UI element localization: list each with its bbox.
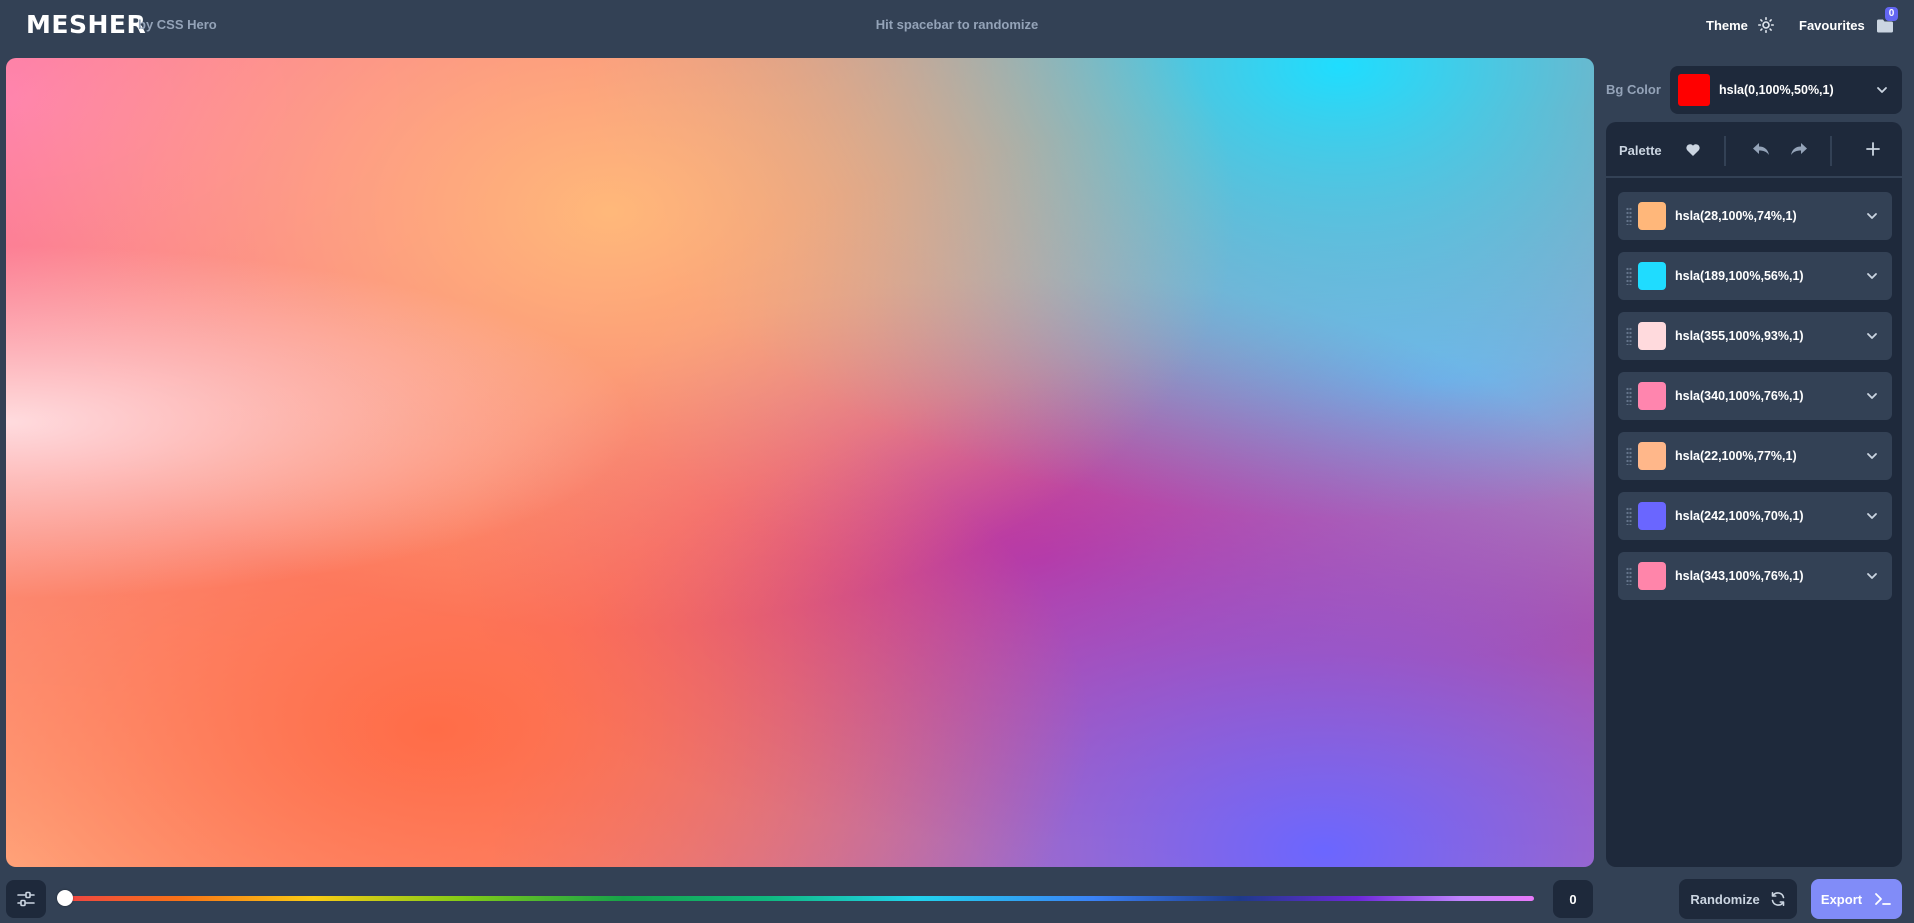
favourites-label: Favourites: [1799, 17, 1865, 33]
export-button[interactable]: Export: [1811, 879, 1902, 919]
hue-slider-track[interactable]: [64, 896, 1534, 901]
drag-handle-icon[interactable]: [1626, 447, 1632, 465]
color-swatch[interactable]: [1638, 562, 1666, 590]
bg-color-swatch[interactable]: [1678, 74, 1710, 106]
color-value: hsla(343,100%,76%,1): [1675, 569, 1804, 583]
sliders-icon: [17, 891, 35, 907]
chevron-down-icon[interactable]: [1866, 390, 1878, 402]
chevron-down-icon[interactable]: [1866, 450, 1878, 462]
color-value: hsla(189,100%,56%,1): [1675, 269, 1804, 283]
palette-color-item[interactable]: hsla(242,100%,70%,1): [1618, 492, 1892, 540]
palette-header: Palette: [1606, 122, 1902, 178]
heart-icon[interactable]: [1685, 141, 1703, 159]
export-label: Export: [1820, 891, 1863, 907]
palette-color-item[interactable]: hsla(28,100%,74%,1): [1618, 192, 1892, 240]
header-divider: [1724, 136, 1726, 166]
color-swatch[interactable]: [1638, 262, 1666, 290]
palette-color-item[interactable]: hsla(340,100%,76%,1): [1618, 372, 1892, 420]
theme-toggle-button[interactable]: Theme: [1706, 14, 1774, 36]
bg-color-picker[interactable]: hsla(0,100%,50%,1): [1670, 66, 1902, 114]
favourites-button[interactable]: Favourites 0: [1799, 7, 1899, 36]
palette-color-item[interactable]: hsla(343,100%,76%,1): [1618, 552, 1892, 600]
refresh-icon: [1770, 891, 1786, 907]
chevron-down-icon[interactable]: [1876, 84, 1888, 96]
chevron-down-icon[interactable]: [1866, 510, 1878, 522]
color-swatch[interactable]: [1638, 322, 1666, 350]
drag-handle-icon[interactable]: [1626, 267, 1632, 285]
randomize-button[interactable]: Randomize: [1679, 879, 1797, 919]
palette-color-item[interactable]: hsla(189,100%,56%,1): [1618, 252, 1892, 300]
drag-handle-icon[interactable]: [1626, 327, 1632, 345]
sun-icon: [1757, 17, 1774, 33]
favourites-count-badge: 0: [1884, 7, 1899, 21]
chevron-down-icon[interactable]: [1866, 270, 1878, 282]
color-value: hsla(340,100%,76%,1): [1675, 389, 1804, 403]
palette-color-item[interactable]: hsla(355,100%,93%,1): [1618, 312, 1892, 360]
settings-button[interactable]: [6, 880, 46, 918]
theme-label: Theme: [1706, 17, 1748, 33]
color-swatch[interactable]: [1638, 442, 1666, 470]
palette-panel: Palette hsla(28,100%,74%,1) hsla(189,100…: [1606, 122, 1902, 867]
hue-slider-value[interactable]: 0: [1553, 880, 1593, 918]
mesh-gradient-canvas[interactable]: [6, 58, 1594, 867]
plus-icon[interactable]: [1865, 141, 1883, 159]
color-value: hsla(242,100%,70%,1): [1675, 509, 1804, 523]
top-bar: MESHER by CSS Hero Hit spacebar to rando…: [0, 0, 1914, 50]
folder-icon: 0: [1876, 7, 1899, 34]
chevron-down-icon[interactable]: [1866, 330, 1878, 342]
chevron-down-icon[interactable]: [1866, 570, 1878, 582]
palette-color-item[interactable]: hsla(22,100%,77%,1): [1618, 432, 1892, 480]
redo-icon[interactable]: [1790, 141, 1808, 159]
color-value: hsla(28,100%,74%,1): [1675, 209, 1797, 223]
terminal-icon: [1874, 891, 1892, 907]
undo-icon[interactable]: [1752, 141, 1770, 159]
randomize-hint: Hit spacebar to randomize: [875, 17, 1039, 32]
color-swatch[interactable]: [1638, 382, 1666, 410]
color-value: hsla(22,100%,77%,1): [1675, 449, 1797, 463]
color-swatch[interactable]: [1638, 202, 1666, 230]
header-divider: [1830, 136, 1832, 166]
bg-color-value: hsla(0,100%,50%,1): [1719, 83, 1834, 97]
drag-handle-icon[interactable]: [1626, 387, 1632, 405]
color-swatch[interactable]: [1638, 502, 1666, 530]
drag-handle-icon[interactable]: [1626, 207, 1632, 225]
chevron-down-icon[interactable]: [1866, 210, 1878, 222]
drag-handle-icon[interactable]: [1626, 507, 1632, 525]
randomize-label: Randomize: [1690, 891, 1760, 907]
bg-color-label: Bg Color: [1606, 82, 1661, 97]
drag-handle-icon[interactable]: [1626, 567, 1632, 585]
palette-label: Palette: [1619, 143, 1662, 158]
color-value: hsla(355,100%,93%,1): [1675, 329, 1804, 343]
hue-slider-thumb[interactable]: [57, 890, 73, 906]
